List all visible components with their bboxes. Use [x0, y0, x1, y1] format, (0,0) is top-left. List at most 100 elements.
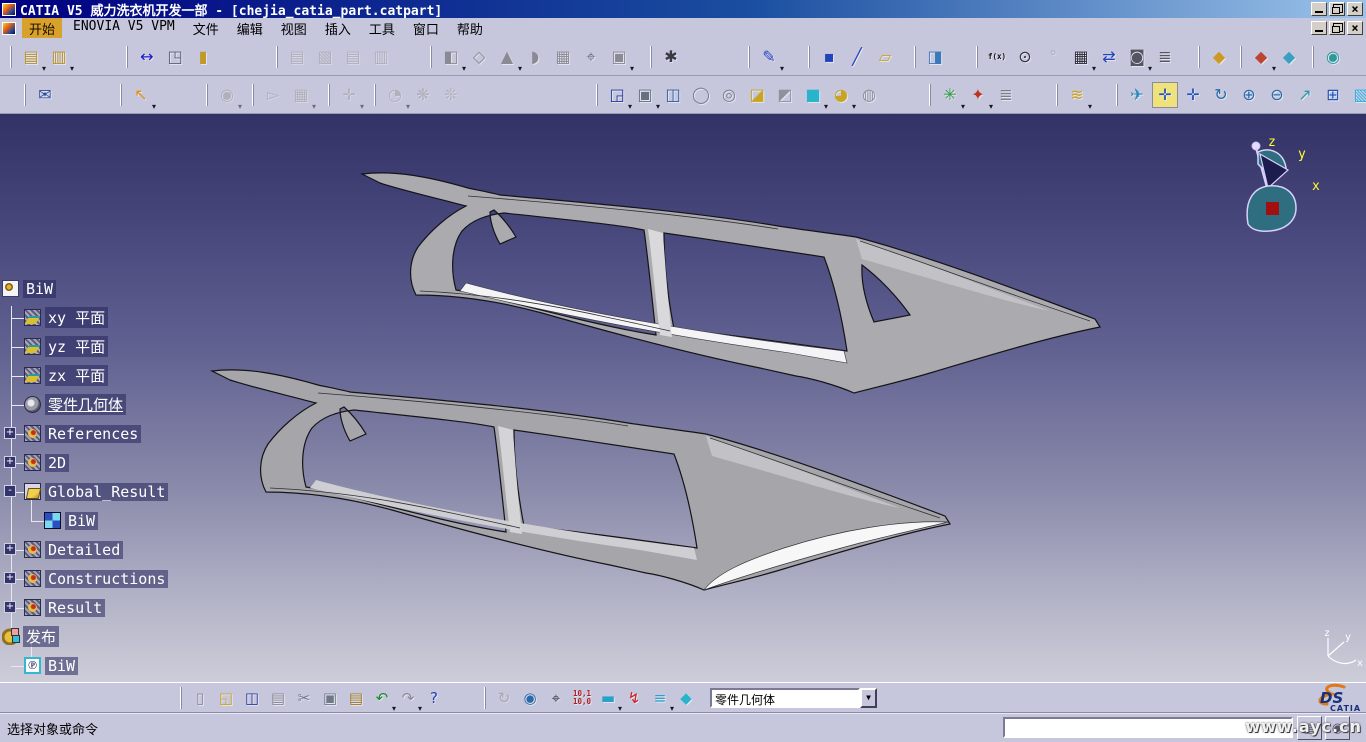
tree-node-label[interactable]: 2D	[45, 454, 69, 472]
toolbar-drag-handle[interactable]	[206, 84, 208, 106]
whats-this-icon[interactable]: ?	[422, 686, 446, 710]
hole-icon[interactable]: ◎	[716, 82, 742, 108]
menu-item-help[interactable]: 帮助	[450, 18, 490, 39]
tree-node-detailed[interactable]: +Detailed	[24, 535, 123, 564]
redo-icon[interactable]: ↷▾	[396, 686, 420, 710]
toolbar-drag-handle[interactable]	[24, 84, 26, 106]
toolbar-drag-handle[interactable]	[252, 84, 254, 106]
volume-icon[interactable]: ■▾	[800, 82, 826, 108]
half-solid-icon[interactable]: ◗	[522, 44, 548, 70]
tree-node-label[interactable]: Result	[45, 599, 105, 617]
normal-view-icon[interactable]: ↗	[1292, 82, 1318, 108]
tree-node-publications[interactable]: 发布	[2, 622, 59, 651]
toolbar-drag-handle[interactable]	[1116, 84, 1118, 106]
tree-node-biw-root[interactable]: BiW	[2, 274, 56, 303]
menu-item-edit[interactable]: 编辑	[230, 18, 270, 39]
exchange-icon[interactable]: ✦▾	[965, 82, 991, 108]
toolbar-drag-handle[interactable]	[276, 46, 278, 68]
user-feature-icon[interactable]: ◆▾	[1248, 44, 1274, 70]
menu-item-insert[interactable]: 插入	[318, 18, 358, 39]
tree-node-label[interactable]: BiW	[23, 280, 56, 298]
inertia-icon[interactable]: ▮	[190, 44, 216, 70]
filter-list-icon[interactable]: ≡▾	[648, 686, 672, 710]
cylinder-icon[interactable]: ◯	[688, 82, 714, 108]
compass[interactable]: z y x	[1247, 135, 1320, 231]
menu-item-enovia-v5-vpm[interactable]: ENOVIA V5 VPM	[66, 18, 182, 39]
lock-icon[interactable]: ◙▾	[1124, 44, 1150, 70]
menu-item-tools[interactable]: 工具	[362, 18, 402, 39]
toolbar-drag-handle[interactable]	[808, 46, 810, 68]
zoom-out-icon[interactable]: ⊖	[1264, 82, 1290, 108]
toolbar-drag-handle[interactable]	[1056, 84, 1058, 106]
fly-mode-icon[interactable]: ✈	[1124, 82, 1150, 108]
tree-node-label[interactable]: References	[45, 425, 141, 443]
doc-close-button[interactable]: ×	[1347, 21, 1363, 35]
open-icon[interactable]: ◱	[214, 686, 238, 710]
doc-restore-button[interactable]	[1329, 21, 1345, 35]
work-support-icon[interactable]: ◲▾	[604, 82, 630, 108]
tree-node-label[interactable]: 零件几何体	[45, 394, 126, 415]
toolbar-drag-handle[interactable]	[976, 46, 978, 68]
toolbar-drag-handle[interactable]	[596, 84, 598, 106]
tree-expand-icon[interactable]: +	[4, 427, 16, 439]
toolbar-drag-handle[interactable]	[650, 46, 652, 68]
new-document-icon[interactable]: ▯	[188, 686, 212, 710]
split-solid-icon[interactable]: ◧▾	[438, 44, 464, 70]
tree-node-global-result[interactable]: -Global_Result	[24, 477, 168, 506]
toolbar-drag-handle[interactable]	[1240, 46, 1242, 68]
tree-node-label[interactable]: Global_Result	[45, 483, 168, 501]
doc-minimize-button[interactable]	[1311, 21, 1327, 35]
comment-icon[interactable]: ⊙	[1012, 44, 1038, 70]
toolbar-drag-handle[interactable]	[484, 687, 486, 709]
multi-view-icon[interactable]: ⊞	[1320, 82, 1346, 108]
tree-expand-icon[interactable]: +	[4, 456, 16, 468]
measure-icon[interactable]: ↔	[134, 44, 160, 70]
gear-icon[interactable]: ✱	[658, 44, 684, 70]
tree-node-global-result-biw[interactable]: BiW	[44, 506, 98, 535]
surface-a-icon[interactable]: ◪	[744, 82, 770, 108]
line-icon[interactable]: ╱	[844, 44, 870, 70]
pan-icon[interactable]: ✛	[1180, 82, 1206, 108]
manipulation-icon[interactable]: ◉	[518, 686, 542, 710]
mean-dimension-icon[interactable]: ▬▾	[596, 686, 620, 710]
tree-node-constructions[interactable]: +Constructions	[24, 564, 168, 593]
3d-viewport[interactable]: z y x z y x BiWxy 平面yz 平面zx 平面零件几何体+Refe…	[0, 114, 1366, 682]
tree-node-publication-biw[interactable]: ℗BiW	[24, 651, 78, 680]
plane-icon[interactable]: ▱	[872, 44, 898, 70]
tree-collapse-icon[interactable]: -	[4, 485, 16, 497]
current-body-combobox[interactable]: 零件几何体 ▼	[710, 688, 877, 708]
app-minimize-button[interactable]	[1311, 2, 1327, 16]
toolbar-drag-handle[interactable]	[120, 84, 122, 106]
sketcher-icon[interactable]: ✎▾	[756, 44, 782, 70]
toolbar-drag-handle[interactable]	[328, 84, 330, 106]
layer-filter-icon[interactable]: ≋▾	[1064, 82, 1090, 108]
split-face-icon[interactable]: ◫	[660, 82, 686, 108]
surfaces-stack-icon[interactable]: ◆	[674, 686, 698, 710]
structure-tree-icon[interactable]: ≣	[993, 82, 1019, 108]
copy-icon[interactable]: ▣	[318, 686, 342, 710]
fit-all-icon[interactable]: ✛	[1152, 82, 1178, 108]
catalog-transfer-icon[interactable]: ▥▾	[46, 44, 72, 70]
trim-solid-icon[interactable]: ◇	[466, 44, 492, 70]
toolbar-drag-handle[interactable]	[914, 46, 916, 68]
select-arrow-icon[interactable]: ↖▾	[128, 82, 154, 108]
current-body-value[interactable]: 零件几何体	[710, 688, 860, 708]
batch-gears-icon[interactable]: ✳▾	[937, 82, 963, 108]
tree-node-partbody[interactable]: 零件几何体	[24, 390, 126, 419]
toolbar-drag-handle[interactable]	[126, 46, 128, 68]
app-restore-button[interactable]	[1329, 2, 1345, 16]
box-section-icon[interactable]: ▣▾	[606, 44, 632, 70]
iso-view-icon[interactable]: ▧▾	[1348, 82, 1366, 108]
equivalent-dimensions-icon[interactable]: ≣	[1152, 44, 1178, 70]
machined-part-icon[interactable]: ◨	[922, 44, 948, 70]
tree-expand-icon[interactable]: +	[4, 601, 16, 613]
tree-node-yz-plane[interactable]: yz 平面	[24, 332, 108, 361]
zoom-in-icon[interactable]: ⊕	[1236, 82, 1262, 108]
prism-icon[interactable]: ▲▾	[494, 44, 520, 70]
menu-item-view[interactable]: 视图	[274, 18, 314, 39]
toolbar-drag-handle[interactable]	[374, 84, 376, 106]
rotate-icon[interactable]: ↻	[1208, 82, 1234, 108]
document-template-icon[interactable]: ◆	[1276, 44, 1302, 70]
units-icon[interactable]: 10,1 10,0	[570, 686, 594, 710]
menu-item-start[interactable]: 开始	[22, 18, 62, 39]
